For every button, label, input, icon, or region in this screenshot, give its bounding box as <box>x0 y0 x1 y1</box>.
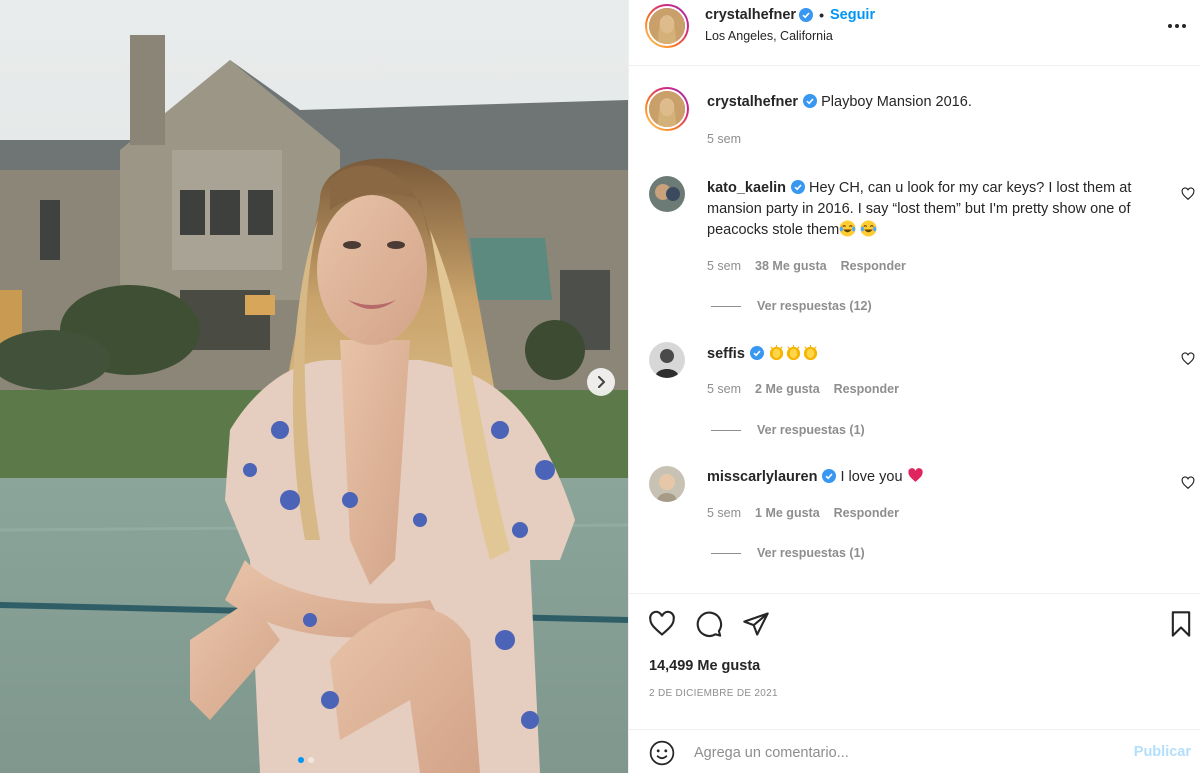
smiley-icon[interactable] <box>649 740 675 766</box>
comment-username[interactable]: seffis <box>707 346 745 362</box>
more-options-button[interactable] <box>1165 14 1189 38</box>
view-replies-label: Ver respuestas (1) <box>757 546 865 560</box>
comment-input[interactable] <box>694 738 1114 768</box>
separator-dot: • <box>819 7 824 23</box>
comment-text: I love you <box>840 469 903 485</box>
paper-plane-icon[interactable] <box>742 610 770 638</box>
publish-comment-button[interactable]: Publicar <box>1134 744 1191 760</box>
reply-button[interactable]: Responder <box>834 506 899 520</box>
reply-button[interactable]: Responder <box>841 259 906 273</box>
caption-avatar[interactable] <box>645 87 689 131</box>
comment-username[interactable]: misscarlylauren <box>707 469 817 485</box>
comment: seffis <box>707 344 1167 365</box>
author-username[interactable]: crystalhefner <box>705 7 796 23</box>
carousel-dot <box>308 757 314 763</box>
caption: crystalhefner Playboy Mansion 2016. <box>707 92 1167 113</box>
replies-divider <box>711 552 741 554</box>
add-comment-bar: Publicar <box>629 729 1200 773</box>
carousel-dot-active <box>298 757 304 763</box>
comment-like-heart-icon[interactable] <box>1181 476 1195 490</box>
verified-badge-icon <box>799 8 814 22</box>
carousel-indicator <box>298 757 314 763</box>
comment-time: 5 sem <box>707 259 742 273</box>
comment: misscarlylauren I love you <box>707 467 1167 488</box>
comment-like-heart-icon[interactable] <box>1181 187 1195 201</box>
comments-list: crystalhefner Playboy Mansion 2016. 5 se… <box>629 66 1200 593</box>
caption-time: 5 sem <box>707 132 742 146</box>
view-replies-label: Ver respuestas (12) <box>757 299 872 313</box>
caption-text: Playboy Mansion 2016. <box>821 94 972 110</box>
comment-time: 5 sem <box>707 506 742 520</box>
comment-time: 5 sem <box>707 382 742 396</box>
caption-username[interactable]: crystalhefner <box>707 94 798 110</box>
view-replies-button[interactable]: Ver respuestas (1) <box>711 423 865 437</box>
comment-likes[interactable]: 1 Me gusta <box>755 506 820 520</box>
replies-divider <box>711 305 741 307</box>
view-replies-button[interactable]: Ver respuestas (12) <box>711 299 872 313</box>
likes-count[interactable]: 14,499 Me gusta <box>649 658 760 674</box>
view-replies-button[interactable]: Ver respuestas (1) <box>711 546 865 560</box>
post-header: crystalhefner • Seguir Los Angeles, Cali… <box>629 0 1200 66</box>
clapping-hands-emoji <box>769 344 784 361</box>
post-date: 2 DE DICIEMBRE DE 2021 <box>649 688 778 699</box>
chevron-right-icon <box>598 376 605 388</box>
comment-username[interactable]: kato_kaelin <box>707 180 786 196</box>
comment-likes[interactable]: 38 Me gusta <box>755 259 827 273</box>
follow-button[interactable]: Seguir <box>830 7 875 23</box>
photo-woman-at-mansion <box>0 0 628 773</box>
laughing-tears-emoji <box>860 220 877 237</box>
view-replies-label: Ver respuestas (1) <box>757 423 865 437</box>
carousel-next-button[interactable] <box>587 368 615 396</box>
red-heart-emoji <box>907 468 923 482</box>
post-actions: 14,499 Me gusta 2 DE DICIEMBRE DE 2021 P… <box>629 593 1200 773</box>
post-location[interactable]: Los Angeles, California <box>705 29 833 43</box>
commenter-avatar[interactable] <box>649 466 685 502</box>
heart-icon[interactable] <box>648 610 676 638</box>
verified-badge-icon <box>803 94 818 108</box>
header-user-row: crystalhefner • Seguir <box>705 7 875 23</box>
verified-badge-icon <box>791 180 805 194</box>
instagram-post: crystalhefner • Seguir Los Angeles, Cali… <box>0 0 1200 773</box>
comment-bubble-icon[interactable] <box>695 610 723 638</box>
post-side-panel: crystalhefner • Seguir Los Angeles, Cali… <box>628 0 1200 773</box>
author-avatar[interactable] <box>645 4 689 48</box>
comment-like-heart-icon[interactable] <box>1181 352 1195 366</box>
clapping-hands-emoji <box>803 344 818 361</box>
verified-badge-icon <box>822 469 837 483</box>
reply-button[interactable]: Responder <box>834 382 899 396</box>
commenter-avatar[interactable] <box>649 176 685 212</box>
comment-meta: 5 sem 2 Me gusta Responder <box>707 382 899 396</box>
verified-badge-icon <box>749 346 764 360</box>
bookmark-icon[interactable] <box>1167 610 1195 638</box>
comment-meta: 5 sem 38 Me gusta Responder <box>707 259 906 273</box>
laughing-tears-emoji <box>839 220 856 237</box>
clapping-hands-emoji <box>786 344 801 361</box>
caption-meta: 5 sem <box>707 132 741 146</box>
comment: kato_kaelin Hey CH, can u look for my ca… <box>707 178 1167 241</box>
comment-meta: 5 sem 1 Me gusta Responder <box>707 506 899 520</box>
post-photo <box>0 0 628 773</box>
replies-divider <box>711 429 741 431</box>
comment-likes[interactable]: 2 Me gusta <box>755 382 820 396</box>
more-horizontal-icon <box>1168 24 1186 28</box>
commenter-avatar[interactable] <box>649 342 685 378</box>
